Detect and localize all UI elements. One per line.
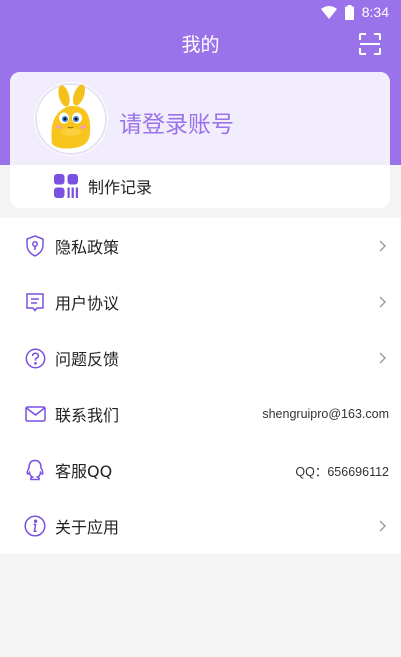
menu-item-about-app[interactable]: 关于应用 <box>0 498 401 554</box>
menu-item-label: 联系我们 <box>55 406 120 425</box>
menu-item-feedback[interactable]: 问题反馈 <box>0 330 401 386</box>
status-time: 8:34 <box>361 4 389 20</box>
avatar[interactable] <box>34 82 108 156</box>
mascot-avatar-icon <box>35 83 107 155</box>
scan-icon <box>359 33 381 55</box>
login-prompt[interactable]: 请登录账号 <box>119 105 234 139</box>
battery-icon <box>344 4 354 20</box>
title-bar: 我的 <box>0 28 401 58</box>
menu-item-label: 问题反馈 <box>55 350 120 369</box>
scan-button[interactable] <box>359 33 381 55</box>
chevron-right-icon <box>379 296 386 308</box>
shield-icon <box>24 235 46 257</box>
menu-item-label: 用户协议 <box>55 294 120 313</box>
menu-item-privacy-policy[interactable]: 隐私政策 <box>0 218 401 274</box>
question-icon <box>24 347 46 369</box>
document-icon <box>24 291 46 313</box>
contact-email: shengruipro@163.com <box>262 407 389 421</box>
menu-item-label: 关于应用 <box>55 518 120 537</box>
qq-icon <box>24 459 46 481</box>
qq-number: QQ：656696112 <box>295 464 389 479</box>
menu-item-contact-us[interactable]: 联系我们 shengruipro@163.com <box>0 386 401 442</box>
chevron-right-icon <box>379 520 386 532</box>
status-bar: 8:34 <box>0 0 401 24</box>
menu-item-label: 隐私政策 <box>55 238 120 257</box>
menu-item-user-agreement[interactable]: 用户协议 <box>0 274 401 330</box>
mail-icon <box>24 403 46 425</box>
menu-item-customer-service-qq[interactable]: 客服QQ QQ：656696112 <box>0 442 401 498</box>
page-title: 我的 <box>181 33 220 56</box>
records-icon <box>54 174 78 198</box>
info-icon <box>24 515 46 537</box>
records-button[interactable]: 制作记录 <box>54 172 152 200</box>
wifi-icon <box>320 5 337 19</box>
menu-item-label: 客服QQ <box>55 462 113 481</box>
profile-card: 请登录账号 制作记录 <box>10 72 390 208</box>
chevron-right-icon <box>379 240 386 252</box>
chevron-right-icon <box>379 352 386 364</box>
settings-menu: 隐私政策 用户协议 问题反馈 联系我们 shengruipro@163.com … <box>0 218 401 554</box>
records-label: 制作记录 <box>88 178 153 197</box>
